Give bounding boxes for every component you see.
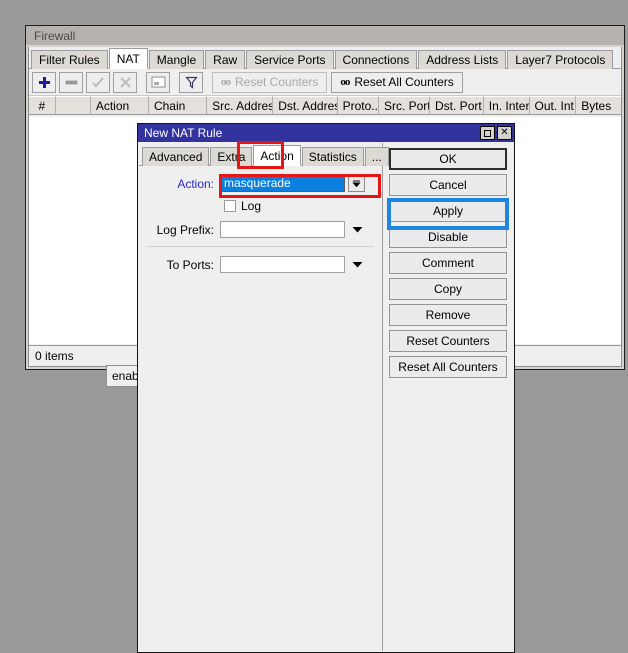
log-prefix-row: Log Prefix: xyxy=(139,221,382,238)
rules-table-header: # Action Chain Src. Address Dst. Address… xyxy=(29,96,621,115)
remove-button[interactable]: Remove xyxy=(389,304,507,326)
close-icon: ✕ xyxy=(500,128,508,138)
cross-icon xyxy=(119,76,132,89)
new-nat-rule-dialog: New NAT Rule ✕ Advanced Extra Action Sta… xyxy=(137,123,515,653)
reset-counters-button[interactable]: Reset Counters xyxy=(389,330,507,352)
action-form: Action: masquerade Log Log Prefix: xyxy=(139,166,382,273)
triangle-down-icon xyxy=(352,226,363,233)
action-select[interactable]: masquerade xyxy=(220,175,345,192)
dialog-tab-statistics[interactable]: Statistics xyxy=(302,147,364,166)
firewall-window-title: Firewall xyxy=(34,29,75,43)
apply-button[interactable]: Apply xyxy=(389,200,507,222)
chevron-down-icon xyxy=(352,179,361,188)
log-prefix-input[interactable] xyxy=(220,221,345,238)
dialog-button-panel: OK Cancel Apply Disable Comment Copy Rem… xyxy=(383,143,513,651)
dialog-content-pane: Advanced Extra Action Statistics ... Act… xyxy=(139,143,383,651)
log-label: Log xyxy=(241,199,261,213)
column-flags[interactable] xyxy=(56,96,91,114)
form-divider xyxy=(147,246,374,247)
comment-icon xyxy=(151,76,166,88)
filter-button[interactable] xyxy=(179,72,203,93)
to-ports-row: To Ports: xyxy=(139,256,382,273)
log-prefix-label: Log Prefix: xyxy=(143,223,220,237)
dialog-tab-more[interactable]: ... xyxy=(365,147,389,166)
dialog-tab-extra[interactable]: Extra xyxy=(210,147,252,166)
remove-rule-button[interactable] xyxy=(59,72,83,93)
triangle-down-icon xyxy=(352,261,363,268)
firewall-toolbar: oo Reset Counters oo Reset All Counters xyxy=(29,69,621,96)
reset-all-counters-button[interactable]: Reset All Counters xyxy=(389,356,507,378)
tab-service-ports[interactable]: Service Ports xyxy=(246,50,333,69)
disable-rule-button[interactable] xyxy=(113,72,137,93)
enable-rule-button[interactable] xyxy=(86,72,110,93)
cancel-button[interactable]: Cancel xyxy=(389,174,507,196)
column-src-port[interactable]: Src. Port xyxy=(379,96,430,114)
close-button[interactable]: ✕ xyxy=(497,126,512,140)
reset-all-counters-button[interactable]: oo Reset All Counters xyxy=(331,72,462,93)
column-action[interactable]: Action xyxy=(91,96,149,114)
tab-mangle[interactable]: Mangle xyxy=(149,50,204,69)
to-ports-input[interactable] xyxy=(220,256,345,273)
tab-connections[interactable]: Connections xyxy=(335,50,418,69)
dialog-tabstrip: Advanced Extra Action Statistics ... xyxy=(139,143,382,166)
copy-button[interactable]: Copy xyxy=(389,278,507,300)
item-count-label: 0 items xyxy=(35,349,74,363)
column-dst-address[interactable]: Dst. Address xyxy=(273,96,337,114)
column-out-interface[interactable]: Out. Int... xyxy=(530,96,577,114)
maximize-icon xyxy=(484,130,491,137)
action-dropdown-button[interactable] xyxy=(348,175,365,192)
column-number[interactable]: # xyxy=(29,96,56,114)
counter-glyph-all: oo xyxy=(340,76,349,88)
firewall-titlebar: Firewall xyxy=(26,26,624,45)
reset-counters-label: Reset Counters xyxy=(235,75,318,89)
check-icon xyxy=(91,76,105,89)
tab-filter-rules[interactable]: Filter Rules xyxy=(31,50,108,69)
column-chain[interactable]: Chain xyxy=(149,96,207,114)
comment-button[interactable]: Comment xyxy=(389,252,507,274)
reset-all-counters-label: Reset All Counters xyxy=(354,75,453,89)
to-ports-label: To Ports: xyxy=(143,258,220,272)
action-label: Action: xyxy=(143,177,220,191)
tab-layer7-protocols[interactable]: Layer7 Protocols xyxy=(507,50,613,69)
counter-glyph: oo xyxy=(221,76,230,88)
add-rule-button[interactable] xyxy=(32,72,56,93)
column-in-interface[interactable]: In. Inter... xyxy=(484,96,530,114)
tab-raw[interactable]: Raw xyxy=(205,50,245,69)
comment-button[interactable] xyxy=(146,72,170,93)
minus-icon xyxy=(65,78,78,87)
disable-button[interactable]: Disable xyxy=(389,226,507,248)
column-proto[interactable]: Proto... xyxy=(338,96,379,114)
dialog-tab-advanced[interactable]: Advanced xyxy=(142,147,209,166)
action-row: Action: masquerade xyxy=(139,175,382,192)
log-prefix-dropdown-button[interactable] xyxy=(349,226,366,233)
to-ports-dropdown-button[interactable] xyxy=(349,261,366,268)
dialog-titlebar: New NAT Rule ✕ xyxy=(138,124,514,142)
column-src-address[interactable]: Src. Address xyxy=(207,96,273,114)
tab-address-lists[interactable]: Address Lists xyxy=(418,50,506,69)
funnel-icon xyxy=(185,76,198,89)
tab-nat[interactable]: NAT xyxy=(109,48,148,69)
column-bytes[interactable]: Bytes xyxy=(576,96,621,114)
log-checkbox[interactable] xyxy=(224,200,236,212)
column-dst-port[interactable]: Dst. Port xyxy=(430,96,484,114)
dialog-tab-action[interactable]: Action xyxy=(253,145,300,166)
log-row: Log xyxy=(139,199,382,213)
ok-button[interactable]: OK xyxy=(389,148,507,170)
dialog-title: New NAT Rule xyxy=(144,126,478,140)
plus-icon xyxy=(38,76,51,89)
firewall-tabstrip: Filter Rules NAT Mangle Raw Service Port… xyxy=(29,47,621,69)
maximize-button[interactable] xyxy=(480,126,495,140)
reset-counters-button[interactable]: oo Reset Counters xyxy=(212,72,327,93)
